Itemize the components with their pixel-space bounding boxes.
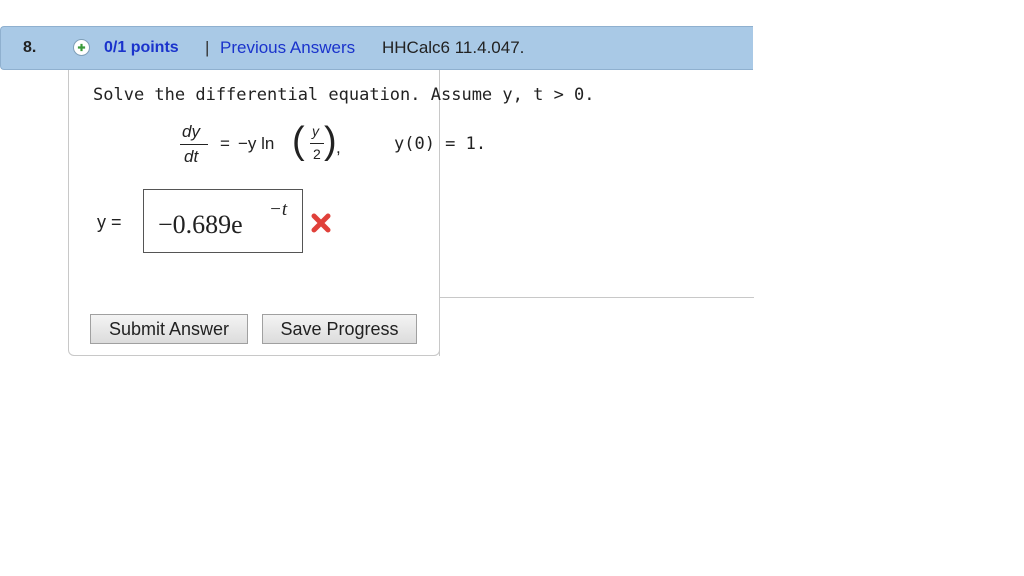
submit-answer-button[interactable]: Submit Answer — [90, 314, 248, 344]
eq-arg-fraction-bar — [310, 143, 324, 144]
answer-exponent: −t — [269, 199, 288, 220]
eq-right-paren: ) — [324, 120, 337, 162]
eq-equals: = — [220, 134, 230, 153]
eq-arg-numerator: y — [312, 123, 319, 139]
answer-label: y = — [97, 212, 122, 232]
eq-lhs-denominator: dt — [184, 147, 199, 166]
previous-answers-link[interactable]: Previous Answers — [220, 38, 355, 58]
points-link[interactable]: 0/1 points — [104, 39, 179, 57]
x-mark-icon — [311, 213, 331, 233]
differential-equation: dy dt = −y ln ( y 2 ) , y(0) = 1. — [176, 120, 506, 172]
eq-rhs: −y ln — [238, 134, 275, 153]
eq-arg-denominator: 2 — [313, 146, 321, 162]
answer-input[interactable]: −0.689e −t — [143, 189, 303, 253]
question-id: HHCalc6 11.4.047. — [382, 38, 525, 57]
question-number: 8. — [23, 39, 37, 56]
initial-condition: y(0) = 1. — [394, 134, 487, 154]
expand-plus-icon[interactable] — [73, 39, 90, 56]
eq-lhs-numerator: dy — [182, 122, 200, 141]
save-progress-button[interactable]: Save Progress — [262, 314, 417, 344]
panel-divider-vertical — [439, 297, 440, 356]
eq-comma: , — [336, 138, 341, 157]
panel-divider — [440, 297, 754, 298]
question-header: 8. 0/1 points | Previous Answers HHCalc6… — [0, 26, 753, 70]
eq-fraction-bar — [180, 144, 208, 145]
eq-left-paren: ( — [292, 120, 305, 162]
answer-value: −0.689e — [158, 210, 243, 239]
header-separator: | — [205, 38, 210, 57]
question-prompt: Solve the differential equation. Assume … — [93, 85, 595, 105]
